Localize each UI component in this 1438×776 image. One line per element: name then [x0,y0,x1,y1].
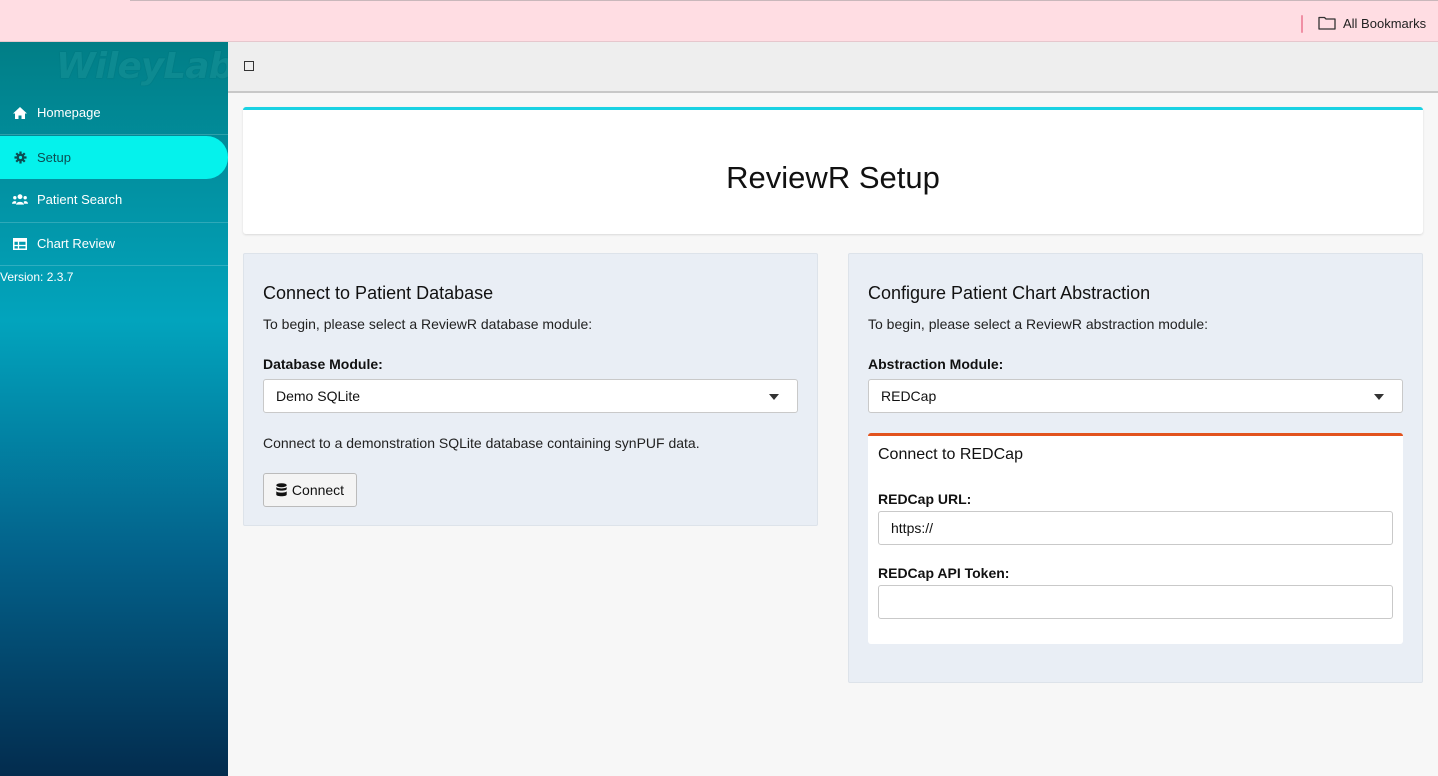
sidebar-item-label: Homepage [37,105,101,120]
home-icon [12,105,28,121]
sidebar-item-chart-review[interactable]: Chart Review [0,222,228,265]
redcap-url-label: REDCap URL: [878,491,972,507]
redcap-url-input[interactable] [878,511,1393,545]
database-intro: To begin, please select a ReviewR databa… [263,316,593,332]
database-description: Connect to a demonstration SQLite databa… [263,435,700,451]
abstraction-panel-heading: Configure Patient Chart Abstraction [868,283,1151,303]
database-module-value: Demo SQLite [276,388,361,404]
database-module-label: Database Module: [263,356,383,372]
all-bookmarks-link[interactable]: All Bookmarks [1343,16,1426,31]
page-title: ReviewR Setup [726,160,940,195]
database-panel: Connect to Patient Database To begin, pl… [243,253,818,526]
folder-icon[interactable] [1318,15,1336,30]
connect-button-label: Connect [291,482,345,498]
connect-button[interactable]: Connect [263,473,357,507]
sidebar: WileyLab Homepage Setup Patient Search C… [0,42,234,776]
nav-divider [0,134,228,135]
table-icon [12,236,28,252]
redcap-token-label: REDCap API Token: [878,565,1010,581]
sidebar-item-label: Chart Review [37,236,116,251]
gear-icon [12,150,28,166]
bookmarks-separator [1301,15,1303,33]
sidebar-item-setup[interactable]: Setup [0,136,228,179]
redcap-heading: Connect to REDCap [878,446,1023,463]
sidebar-item-patient-search[interactable]: Patient Search [0,178,228,221]
database-module-select[interactable]: Demo SQLite [263,379,798,413]
bookmarks-bar: All Bookmarks [0,0,1438,42]
abstraction-module-label: Abstraction Module: [868,356,1004,372]
redcap-token-input[interactable] [878,585,1393,619]
abstraction-module-select[interactable]: REDCap [868,379,1403,413]
top-header [228,42,1438,93]
sidebar-toggle-icon[interactable] [244,61,254,71]
database-icon [276,483,287,497]
abstraction-panel: Configure Patient Chart Abstraction To b… [848,253,1423,683]
nav-divider [0,265,228,266]
title-card: ReviewR Setup [243,107,1423,234]
redcap-connect-card: Connect to REDCap REDCap URL: REDCap API… [868,433,1403,644]
bookmarks-top-divider [130,0,1438,1]
version-text: Version: 2.3.7 [0,270,74,284]
sidebar-item-homepage[interactable]: Homepage [0,91,228,134]
database-panel-heading: Connect to Patient Database [263,283,494,303]
chevron-down-icon [769,394,779,400]
chevron-down-icon [1374,394,1384,400]
abstraction-intro: To begin, please select a ReviewR abstra… [868,316,1209,332]
abstraction-module-value: REDCap [881,388,937,404]
sidebar-item-label: Setup [37,150,71,165]
sidebar-item-label: Patient Search [37,192,123,207]
wileylab-logo: WileyLab [56,46,234,87]
users-icon [12,192,28,208]
